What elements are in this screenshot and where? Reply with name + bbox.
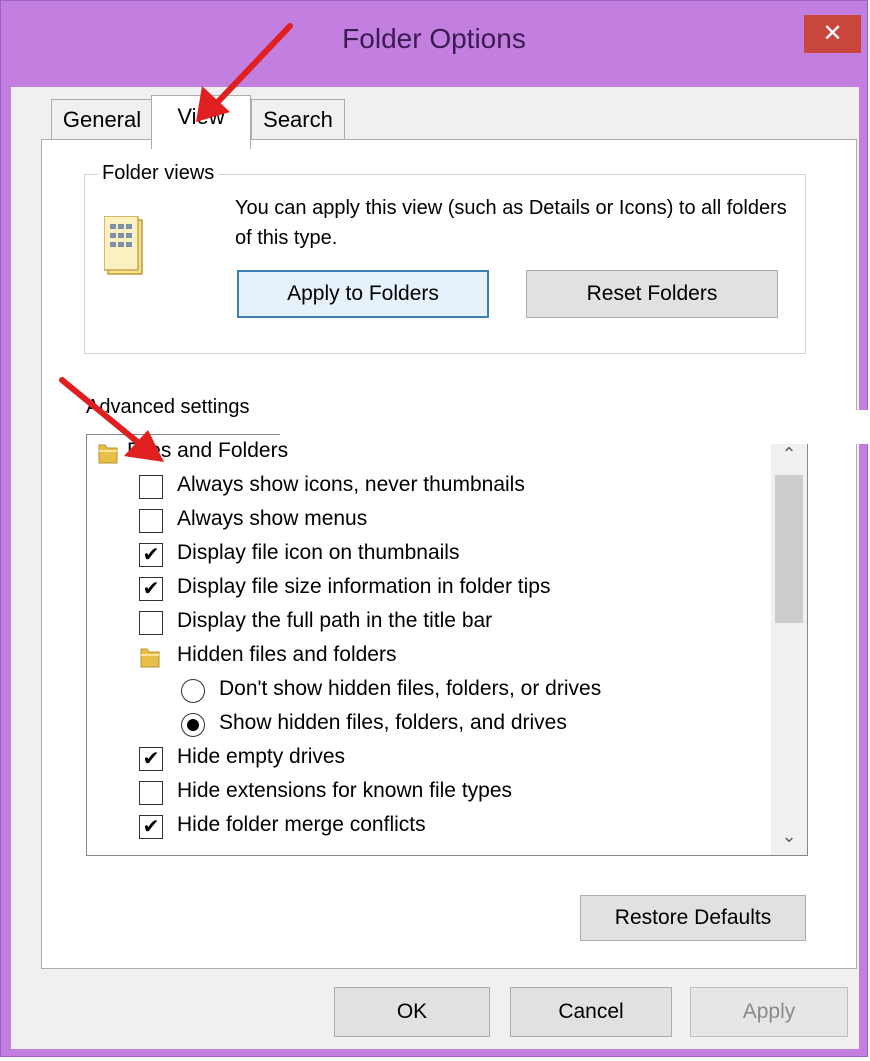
folder-views-description: You can apply this view (such as Details… — [235, 197, 787, 249]
checkbox[interactable] — [139, 781, 163, 805]
setting-label: Display the full path in the title bar — [177, 609, 493, 632]
checkbox[interactable] — [139, 475, 163, 499]
red-arrow-icon — [59, 377, 164, 462]
setting-label: Display file icon on thumbnails — [177, 541, 460, 564]
checkbox-checked[interactable]: ✔ — [139, 543, 163, 567]
radio-button-selected[interactable] — [181, 713, 205, 737]
setting-label: Hide empty drives — [177, 745, 346, 768]
window-title: Folder Options — [342, 23, 526, 54]
advanced-settings-mask — [280, 410, 870, 444]
scroll-down-icon[interactable]: ⌄ — [771, 819, 807, 853]
ok-button[interactable]: OK — [334, 987, 490, 1037]
folder-view-icon — [104, 216, 143, 275]
title-bar[interactable]: Folder Options ✕ — [1, 1, 867, 87]
tree-node-label: Hidden files and folders — [177, 643, 397, 666]
setting-label: Hide extensions for known file types — [177, 779, 513, 802]
vertical-scrollbar[interactable]: ⌃ ⌄ — [771, 435, 807, 855]
radio-button[interactable] — [181, 679, 205, 703]
close-button[interactable]: ✕ — [804, 15, 861, 53]
advanced-settings-tree[interactable]: Files and Folders Always show icons, nev… — [86, 434, 808, 856]
folder-icon — [140, 648, 160, 668]
apply-button[interactable]: Apply — [690, 987, 848, 1037]
setting-label: Hide folder merge conflicts — [177, 813, 426, 836]
restore-defaults-button[interactable]: Restore Defaults — [580, 895, 806, 941]
reset-folders-button[interactable]: Reset Folders — [526, 270, 778, 318]
checkbox-checked[interactable]: ✔ — [139, 577, 163, 601]
checkbox[interactable] — [139, 509, 163, 533]
checkbox-checked[interactable]: ✔ — [139, 815, 163, 839]
checkbox-checked[interactable]: ✔ — [139, 747, 163, 771]
setting-label: Always show menus — [177, 507, 368, 530]
setting-label: Always show icons, never thumbnails — [177, 473, 525, 496]
tab-general[interactable]: General — [51, 99, 153, 141]
apply-to-folders-button[interactable]: Apply to Folders — [237, 270, 489, 318]
setting-label: Show hidden files, folders, and drives — [219, 711, 567, 734]
setting-label: Display file size information in folder … — [177, 575, 551, 598]
checkbox[interactable] — [139, 611, 163, 635]
setting-label: Don't show hidden files, folders, or dri… — [219, 677, 602, 700]
folder-views-legend: Folder views — [98, 162, 219, 185]
cancel-button[interactable]: Cancel — [510, 987, 672, 1037]
scroll-thumb[interactable] — [775, 475, 803, 623]
red-arrow-icon — [196, 23, 293, 122]
